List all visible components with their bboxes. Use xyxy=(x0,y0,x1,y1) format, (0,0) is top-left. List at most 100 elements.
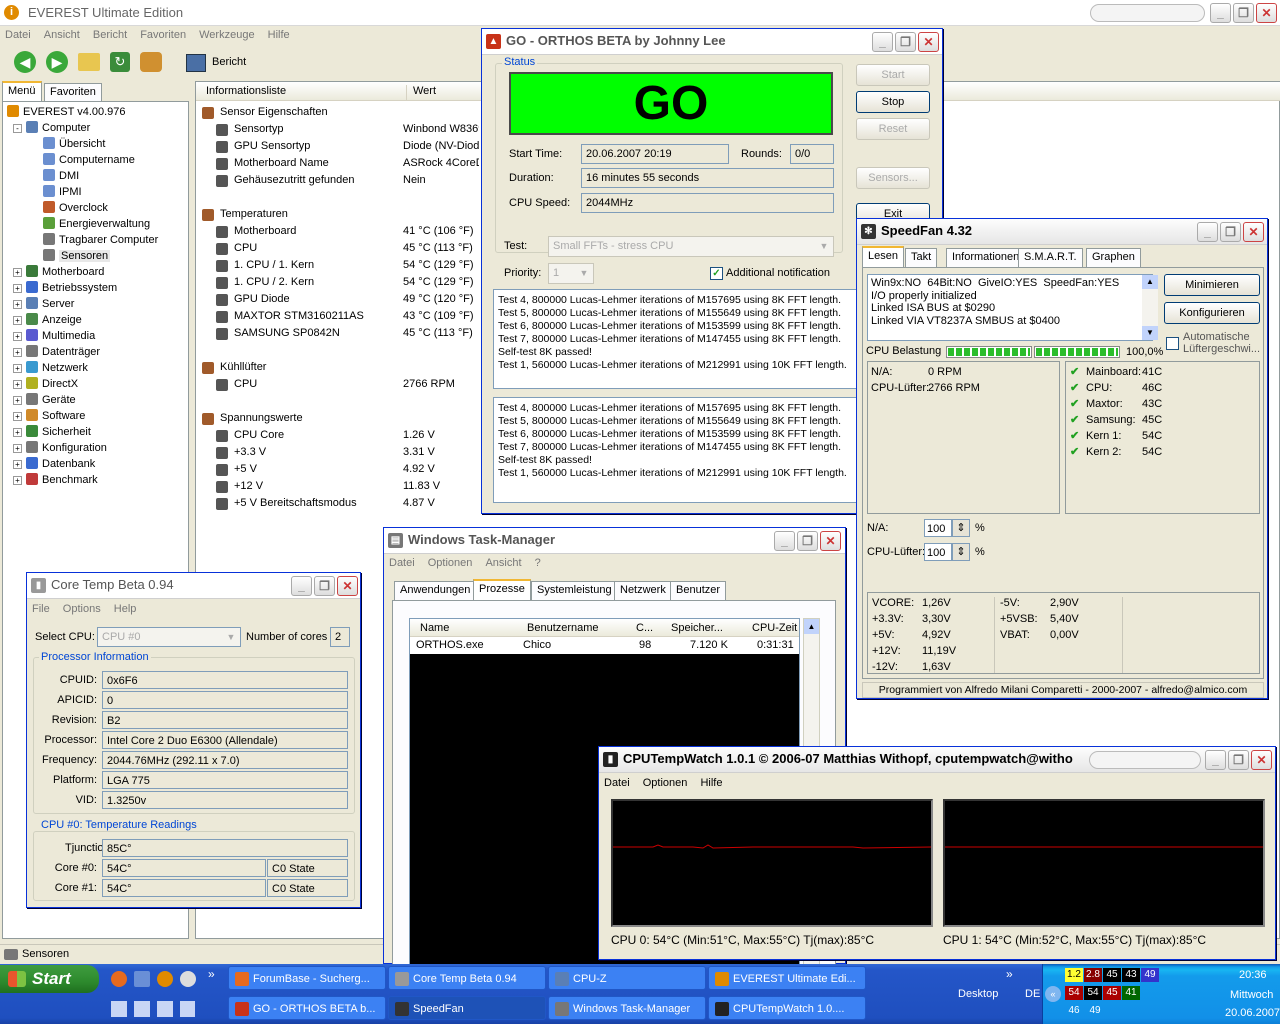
expand-icon[interactable]: + xyxy=(13,396,22,405)
minimize-button[interactable]: _ xyxy=(774,531,795,551)
minimize-app-button[interactable]: Minimieren xyxy=(1164,274,1260,296)
minimize-button[interactable]: _ xyxy=(291,576,312,596)
tree-item[interactable]: + Datenbank xyxy=(7,456,188,472)
tray-sensor-value[interactable]: 2.8 xyxy=(1084,968,1102,982)
close-button[interactable]: ✕ xyxy=(820,531,841,551)
configure-button[interactable]: Konfigurieren xyxy=(1164,302,1260,324)
users-icon[interactable] xyxy=(140,52,162,72)
menu-optionen[interactable]: Optionen xyxy=(638,777,693,789)
tree-item[interactable]: - Computer xyxy=(7,120,188,136)
quicklaunch-row2-icons[interactable] xyxy=(111,1001,195,1017)
maximize-button[interactable]: ❐ xyxy=(1228,750,1249,770)
menu-optionen[interactable]: Optionen xyxy=(423,557,478,569)
tree-item[interactable]: + Anzeige xyxy=(7,312,188,328)
tray-sensor-value[interactable]: 49 xyxy=(1141,968,1159,982)
minimize-button[interactable]: _ xyxy=(872,32,893,52)
menu-hilfe[interactable]: Hilfe xyxy=(263,29,295,41)
tray-expand-icon[interactable]: « xyxy=(1045,986,1061,1002)
tab-graphen[interactable]: Graphen xyxy=(1086,248,1141,267)
tree-item[interactable]: + Server xyxy=(7,296,188,312)
col-benutzername[interactable]: Benutzername xyxy=(527,622,599,634)
chevron-down-icon[interactable]: ▼ xyxy=(816,238,832,255)
close-button[interactable]: ✕ xyxy=(1256,3,1277,23)
maximize-button[interactable]: ❐ xyxy=(314,576,335,596)
taskbar-button[interactable]: CPU-Z xyxy=(548,966,706,990)
forward-icon[interactable]: ▶ xyxy=(46,51,68,73)
menu-help[interactable]: Help xyxy=(109,603,142,615)
tab-lesen[interactable]: Lesen xyxy=(862,246,904,267)
taskbar-button[interactable]: Core Temp Beta 0.94 xyxy=(388,966,546,990)
col-wert[interactable]: Wert xyxy=(406,85,436,101)
tab-takt[interactable]: Takt xyxy=(905,248,938,267)
tree-item[interactable]: + Motherboard xyxy=(7,264,188,280)
expand-icon[interactable]: + xyxy=(13,300,22,309)
speed-input[interactable]: 100 xyxy=(924,519,952,537)
minimize-button[interactable]: _ xyxy=(1210,3,1231,23)
tree-item[interactable]: + Netzwerk xyxy=(7,360,188,376)
scroll-down-icon[interactable]: ▼ xyxy=(1142,326,1158,340)
test-select[interactable]: Small FFTs - stress CPU xyxy=(548,236,834,257)
spinner-icon[interactable]: ⇕ xyxy=(952,519,970,537)
col-name[interactable]: Name xyxy=(420,622,449,634)
tray-sensor-value[interactable]: 1.2 xyxy=(1065,968,1083,982)
expand-icon[interactable]: + xyxy=(13,444,22,453)
tray-app-buttons[interactable] xyxy=(1090,4,1205,22)
tree-item[interactable]: Energieverwaltung xyxy=(7,216,188,232)
maximize-button[interactable]: ❐ xyxy=(797,531,818,551)
sensors-button[interactable]: Sensors... xyxy=(856,167,930,189)
maximize-button[interactable]: ❐ xyxy=(1220,222,1241,242)
quicklaunch-firefox-icon[interactable] xyxy=(111,971,127,987)
tree-item[interactable]: + Multimedia xyxy=(7,328,188,344)
speed-input[interactable]: 100 xyxy=(924,543,952,561)
tray-sensor-value[interactable]: 49 xyxy=(1086,1004,1104,1018)
tree-item[interactable]: + Sicherheit xyxy=(7,424,188,440)
expand-icon[interactable]: + xyxy=(13,316,22,325)
tree-item[interactable]: DMI xyxy=(7,168,188,184)
close-button[interactable]: ✕ xyxy=(918,32,939,52)
up-folder-icon[interactable] xyxy=(78,53,100,71)
menu-options[interactable]: Options xyxy=(58,603,106,615)
tree-item[interactable]: IPMI xyxy=(7,184,188,200)
expand-icon[interactable]: + xyxy=(13,412,22,421)
taskbar-more-icon[interactable]: » xyxy=(1006,967,1013,981)
close-button[interactable]: ✕ xyxy=(337,576,358,596)
quicklaunch-more-icon[interactable]: » xyxy=(208,967,215,981)
clock-time[interactable]: 20:36 xyxy=(1239,969,1267,981)
col-cpu-zeit[interactable]: CPU-Zeit xyxy=(752,622,797,634)
tab-benutzer[interactable]: Benutzer xyxy=(670,581,727,600)
minimize-button[interactable]: _ xyxy=(1197,222,1218,242)
menu-werkzeuge[interactable]: Werkzeuge xyxy=(194,29,259,41)
start-button[interactable]: Start xyxy=(0,965,99,993)
taskbar-button[interactable]: EVEREST Ultimate Edi... xyxy=(708,966,866,990)
chevron-down-icon[interactable]: ▼ xyxy=(223,629,239,645)
menu-ansicht[interactable]: Ansicht xyxy=(480,557,526,569)
quicklaunch-info-icon[interactable] xyxy=(157,971,173,987)
tree-item[interactable]: Sensoren xyxy=(7,248,188,264)
tray-sensor-value[interactable]: 54 xyxy=(1084,986,1102,1000)
stop-button[interactable]: Stop xyxy=(856,91,930,113)
expand-icon[interactable]: + xyxy=(13,332,22,341)
expand-icon[interactable]: + xyxy=(13,284,22,293)
expand-icon[interactable]: + xyxy=(13,268,22,277)
refresh-icon[interactable]: ↻ xyxy=(110,52,130,72)
menu-datei[interactable]: Datei xyxy=(599,777,635,789)
maximize-button[interactable]: ❐ xyxy=(895,32,916,52)
tree-item[interactable]: + DirectX xyxy=(7,376,188,392)
tree-item[interactable]: + Betriebssystem xyxy=(7,280,188,296)
taskbar-button[interactable]: Windows Task-Manager xyxy=(548,996,706,1020)
tab-prozesse[interactable]: Prozesse xyxy=(473,579,531,600)
report-button[interactable]: Bericht xyxy=(212,56,246,68)
taskbar-button[interactable]: CPUTempWatch 1.0.... xyxy=(708,996,866,1020)
taskbar-button[interactable]: ForumBase - Sucherg... xyxy=(228,966,386,990)
tree-item[interactable]: EVEREST v4.00.976 xyxy=(7,104,188,120)
tab-menu[interactable]: Menü xyxy=(2,81,42,102)
tree-item[interactable]: Übersicht xyxy=(7,136,188,152)
menu-ansicht[interactable]: Ansicht xyxy=(39,29,85,41)
col-cpu[interactable]: C... xyxy=(636,622,653,634)
menu-datei[interactable]: Datei xyxy=(384,557,420,569)
expand-icon[interactable]: + xyxy=(13,460,22,469)
tree-item[interactable]: + Software xyxy=(7,408,188,424)
auto-fan-checkbox[interactable] xyxy=(1166,337,1179,350)
tray-sensor-value[interactable]: 45 xyxy=(1103,968,1121,982)
quicklaunch-app-icon[interactable] xyxy=(134,971,150,987)
